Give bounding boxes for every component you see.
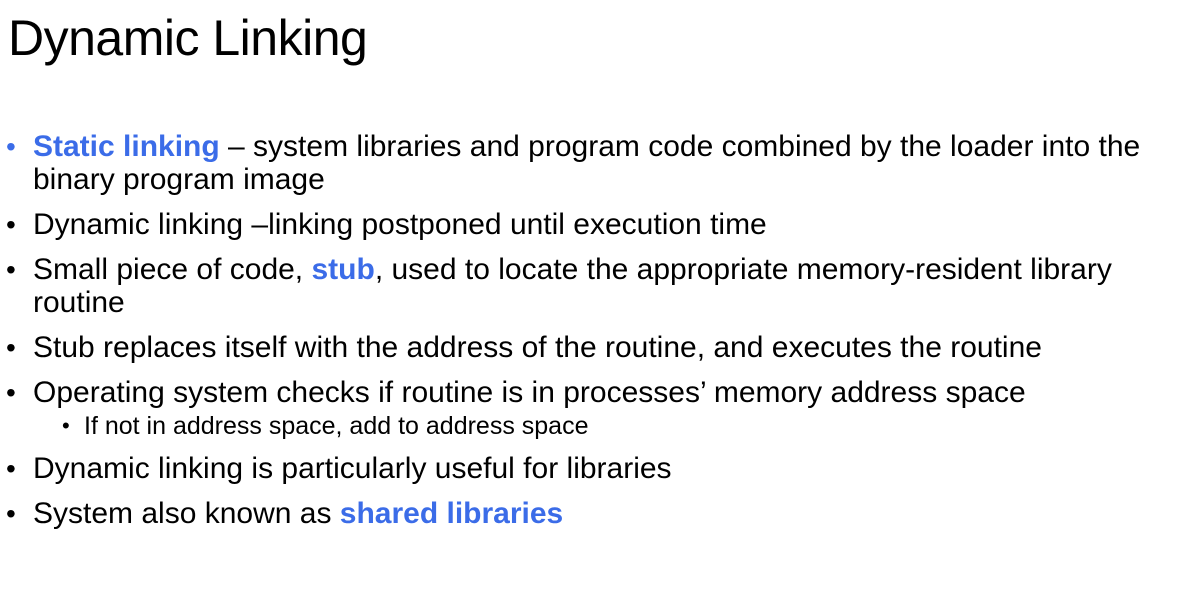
sub-bullet-address-space: • If not in address space, add to addres… [6, 412, 1191, 440]
bullet-text: Small piece of code, [33, 253, 312, 286]
highlight-term: stub [311, 253, 375, 286]
bullet-dot-icon: • [6, 332, 16, 363]
bullet-stub: • Small piece of code, stub, used to loc… [6, 253, 1191, 319]
bullet-text: Dynamic linking is particularly useful f… [33, 452, 672, 485]
bullet-text: Dynamic linking –linking postponed until… [33, 208, 767, 241]
bullet-text: System also known as [33, 497, 340, 530]
bullet-dot-icon: • [6, 209, 16, 240]
bullet-shared-libraries: • System also known as shared libraries [6, 497, 1191, 530]
slide: Dynamic Linking • Static linking – syste… [0, 0, 1199, 610]
highlight-term: shared libraries [339, 497, 564, 530]
bullet-dynamic-linking: • Dynamic linking –linking postponed unt… [6, 208, 1191, 241]
bullet-list: • Static linking – system libraries and … [6, 130, 1191, 542]
bullet-dot-icon: • [6, 131, 16, 162]
bullet-static-linking: • Static linking – system libraries and … [6, 130, 1191, 196]
bullet-useful-libraries: • Dynamic linking is particularly useful… [6, 452, 1191, 485]
highlight-term: Static linking [33, 130, 220, 163]
bullet-dot-icon: • [6, 254, 16, 285]
bullet-dot-icon: • [6, 498, 16, 529]
bullet-text: Operating system checks if routine is in… [33, 376, 1026, 409]
bullet-os-checks: • Operating system checks if routine is … [6, 376, 1191, 409]
bullet-dot-icon: • [6, 377, 16, 408]
sub-bullet-text: If not in address space, add to address … [84, 412, 589, 440]
sub-bullet-dot-icon: • [62, 413, 70, 438]
bullet-text: Stub replaces itself with the address of… [33, 331, 1042, 364]
bullet-dot-icon: • [6, 453, 16, 484]
bullet-stub-replaces: • Stub replaces itself with the address … [6, 331, 1191, 364]
slide-title: Dynamic Linking [8, 10, 368, 66]
